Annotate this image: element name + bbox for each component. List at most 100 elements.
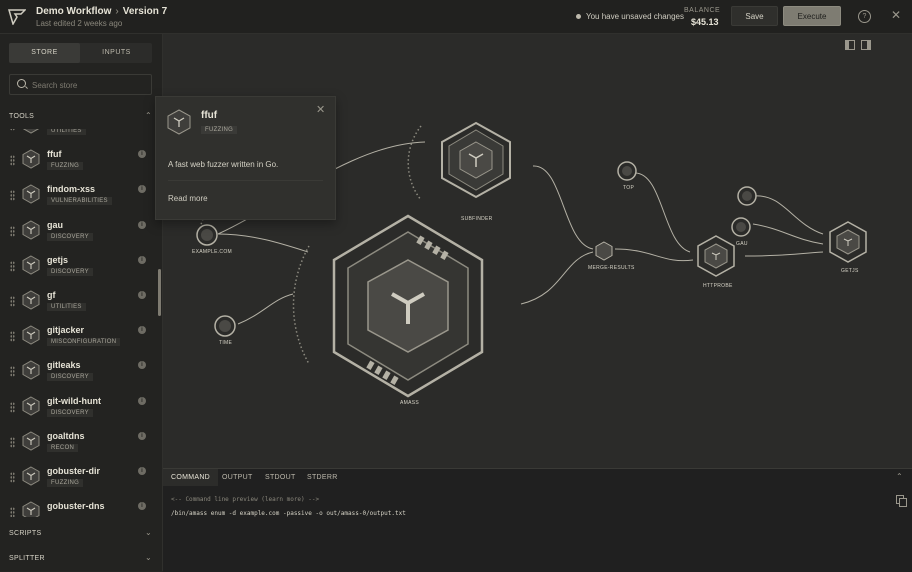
tab-store[interactable]: STORE xyxy=(9,43,80,63)
tool-list-item[interactable]: goaltdns RECON i xyxy=(0,428,158,463)
popover-title: ffuf xyxy=(201,110,218,121)
copy-icon[interactable] xyxy=(896,495,907,507)
workflow-name[interactable]: Demo Workflow xyxy=(36,6,111,17)
node-label-amass: AMASS xyxy=(400,400,420,406)
hex-tool-icon xyxy=(22,325,40,345)
tool-list-item[interactable]: gobuster-dns i xyxy=(0,498,158,517)
chevron-down-icon[interactable]: ⌄ xyxy=(145,553,152,562)
tool-category-badge: FUZZING xyxy=(47,479,84,487)
tool-name: gau xyxy=(47,219,64,230)
hex-tool-icon xyxy=(22,149,40,169)
tool-list-item[interactable]: git-wild-hunt DISCOVERY i xyxy=(0,393,158,428)
unsaved-indicator: You have unsaved changes xyxy=(576,12,684,21)
hex-tool-icon xyxy=(22,255,40,275)
tool-list-item[interactable]: gitjacker MISCONFIGURATION i xyxy=(0,322,158,357)
save-button[interactable]: Save xyxy=(731,6,778,26)
grip-icon[interactable] xyxy=(10,401,15,413)
tab-inputs[interactable]: INPUTS xyxy=(81,43,152,63)
tool-category-badge: MISCONFIGURATION xyxy=(47,338,121,347)
tool-list-item[interactable]: gobuster-dir FUZZING i xyxy=(0,463,158,498)
section-tools[interactable]: TOOLS ⌃ xyxy=(0,107,162,127)
workflow-version[interactable]: Version 7 xyxy=(123,6,167,17)
panel-left-icon[interactable] xyxy=(845,40,855,50)
tool-list-item[interactable]: gf UTILITIES i xyxy=(0,287,158,322)
edge-small-a-getjs xyxy=(754,195,824,235)
grip-icon[interactable] xyxy=(10,260,15,272)
grip-icon[interactable] xyxy=(10,155,15,167)
grip-icon[interactable] xyxy=(10,225,15,237)
sidebar-scrollbar[interactable] xyxy=(158,269,161,316)
tab-output[interactable]: OUTPUT xyxy=(222,469,253,486)
node-top xyxy=(617,161,637,181)
help-icon[interactable]: ? xyxy=(858,10,871,23)
grip-icon[interactable] xyxy=(10,472,15,483)
hex-tool-icon xyxy=(22,396,40,416)
info-icon[interactable]: i xyxy=(138,467,146,475)
node-time xyxy=(214,315,236,337)
search-input[interactable] xyxy=(30,77,149,93)
tool-category-badge: FUZZING xyxy=(47,162,84,171)
node-merge xyxy=(595,241,613,261)
info-icon[interactable]: i xyxy=(138,431,146,440)
hex-tool-icon xyxy=(22,360,40,380)
info-icon[interactable]: i xyxy=(138,150,146,159)
execute-button[interactable]: Execute xyxy=(783,6,841,26)
grip-icon[interactable] xyxy=(10,436,15,448)
tool-list-item[interactable]: ffuf FUZZING i xyxy=(0,146,158,181)
info-icon[interactable]: i xyxy=(138,396,146,405)
command-line[interactable]: /bin/amass enum -d example.com -passive … xyxy=(171,510,406,517)
logo-icon[interactable] xyxy=(8,9,26,25)
tab-stdout[interactable]: STDOUT xyxy=(265,469,296,486)
panel-right-icon[interactable] xyxy=(861,40,871,50)
read-more-link[interactable]: Read more xyxy=(168,194,208,203)
command-preview-comment[interactable]: <-- Command line preview (learn more) --… xyxy=(171,496,319,503)
node-subfinder xyxy=(441,121,511,199)
node-label-small-b: GAU xyxy=(736,241,748,247)
grip-icon[interactable] xyxy=(10,331,15,343)
tool-list-item[interactable]: getjs DISCOVERY i xyxy=(0,252,158,287)
tool-name: git-wild-hunt xyxy=(47,395,101,406)
node-label-getjs: GETJS xyxy=(841,268,859,274)
section-scripts[interactable]: SCRIPTS ⌄ xyxy=(0,524,162,544)
chevron-up-icon[interactable]: ⌃ xyxy=(896,472,903,481)
grip-icon[interactable] xyxy=(10,190,15,202)
node-label-httprobe: HTTPROBE xyxy=(703,283,733,289)
hex-tool-icon xyxy=(22,501,40,517)
chevron-down-icon[interactable]: ⌄ xyxy=(145,528,152,537)
tool-category-badge: DISCOVERY xyxy=(47,232,93,241)
info-icon[interactable]: i xyxy=(138,291,146,299)
tool-list-item[interactable]: gitleaks DISCOVERY i xyxy=(0,357,158,392)
tool-name: gobuster-dir xyxy=(47,466,100,476)
tool-name: gf xyxy=(47,290,56,300)
node-getjs xyxy=(829,221,867,263)
hex-tool-icon xyxy=(22,184,40,204)
tool-name: findom-xss xyxy=(47,184,96,195)
top-bar: Demo Workflow › Version 7 Last edited 2 we… xyxy=(0,0,912,34)
unsaved-text: You have unsaved changes xyxy=(586,12,685,21)
node-label-subfinder: SUBFINDER xyxy=(461,216,493,222)
tool-list-item[interactable]: UTILITIES xyxy=(0,129,158,146)
info-icon[interactable]: i xyxy=(138,185,146,194)
chevron-up-icon[interactable]: ⌃ xyxy=(145,111,152,120)
tool-name: gobuster-dns xyxy=(47,501,105,512)
grip-icon[interactable] xyxy=(10,129,15,131)
info-icon[interactable]: i xyxy=(138,220,146,229)
grip-icon[interactable] xyxy=(10,296,15,307)
tool-list-item[interactable]: findom-xss VULNERABILITIES i xyxy=(0,181,158,216)
tool-list-item[interactable]: gau DISCOVERY i xyxy=(0,217,158,252)
tab-command[interactable]: COMMAND xyxy=(163,469,219,486)
tab-stderr[interactable]: STDERR xyxy=(307,469,338,486)
tool-category-badge: UTILITIES xyxy=(47,303,86,311)
close-icon[interactable]: ✕ xyxy=(891,8,901,22)
info-icon[interactable]: i xyxy=(138,361,146,370)
info-icon[interactable]: i xyxy=(138,255,146,264)
node-label-time: TIME xyxy=(219,340,233,346)
section-splitter[interactable]: SPLITTER ⌄ xyxy=(0,549,162,569)
grip-icon[interactable] xyxy=(10,366,15,378)
tool-name: ffuf xyxy=(47,149,62,160)
node-httprobe xyxy=(697,235,735,277)
grip-icon[interactable] xyxy=(10,507,15,517)
info-icon[interactable]: i xyxy=(138,326,146,335)
info-icon[interactable]: i xyxy=(138,502,146,511)
close-icon[interactable]: ✕ xyxy=(316,103,325,116)
